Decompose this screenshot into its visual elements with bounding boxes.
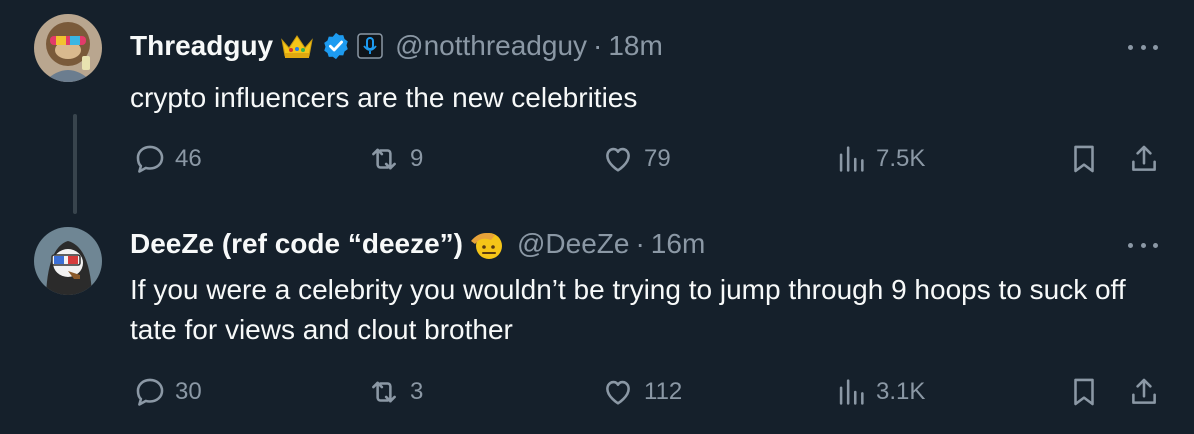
views-button[interactable]: 7.5K bbox=[834, 139, 925, 179]
bookmark-icon bbox=[1074, 145, 1094, 173]
avatar[interactable] bbox=[34, 227, 102, 295]
timestamp[interactable]: 16m bbox=[651, 228, 705, 260]
user-handle[interactable]: @notthreadguy bbox=[395, 30, 587, 62]
more-options-icon[interactable] bbox=[1128, 240, 1158, 250]
action-bar: 46 9 79 7.5K bbox=[0, 139, 1194, 179]
affiliate-badge-icon[interactable] bbox=[357, 33, 383, 59]
reply-button[interactable]: 30 bbox=[133, 372, 202, 412]
separator-dot: · bbox=[635, 228, 645, 259]
repost-icon bbox=[372, 381, 396, 403]
like-count: 112 bbox=[644, 378, 683, 405]
views-chart-icon bbox=[839, 379, 864, 405]
display-name[interactable]: DeeZe (ref code “deeze”) bbox=[130, 228, 463, 260]
bookmark-icon bbox=[1074, 378, 1094, 406]
like-count: 79 bbox=[644, 145, 671, 172]
like-button[interactable]: 79 bbox=[600, 139, 671, 179]
heart-icon bbox=[606, 380, 630, 405]
separator-dot: · bbox=[593, 30, 603, 61]
saluting-face-icon bbox=[469, 227, 505, 261]
view-count: 3.1K bbox=[876, 378, 926, 405]
verified-icon[interactable] bbox=[321, 31, 351, 61]
tweet-text: crypto influencers are the new celebriti… bbox=[130, 82, 638, 113]
repost-button[interactable]: 3 bbox=[366, 372, 423, 412]
tweet-header: DeeZe (ref code “deeze”) @DeeZe · 16m bbox=[130, 226, 705, 262]
views-chart-icon bbox=[839, 146, 864, 172]
share-icon bbox=[1132, 145, 1156, 171]
user-handle[interactable]: @DeeZe bbox=[517, 228, 629, 260]
reply-button[interactable]: 46 bbox=[133, 139, 202, 179]
tweet-header: Threadguy @notthreadguy · 18m bbox=[130, 28, 663, 64]
share-button[interactable] bbox=[1127, 372, 1161, 412]
reply-icon bbox=[136, 145, 164, 173]
share-button[interactable] bbox=[1127, 139, 1161, 179]
share-icon bbox=[1132, 378, 1156, 404]
views-button[interactable]: 3.1K bbox=[834, 372, 925, 412]
display-name[interactable]: Threadguy bbox=[130, 30, 273, 62]
bookmark-button[interactable] bbox=[1067, 372, 1101, 412]
like-button[interactable]: 112 bbox=[600, 372, 682, 412]
reply-icon bbox=[136, 378, 164, 406]
repost-count: 3 bbox=[410, 378, 424, 405]
bookmark-button[interactable] bbox=[1067, 139, 1101, 179]
crown-icon bbox=[279, 31, 315, 61]
more-options-icon[interactable] bbox=[1128, 42, 1158, 52]
avatar[interactable] bbox=[34, 14, 102, 82]
tweet[interactable]: Threadguy @notthreadguy · 18m crypto inf… bbox=[0, 0, 1194, 215]
reply-count: 46 bbox=[175, 145, 202, 172]
action-bar: 30 3 112 3.1K bbox=[0, 372, 1194, 412]
repost-icon bbox=[372, 148, 396, 170]
tweet-text: If you were a celebrity you wouldn’t be … bbox=[130, 274, 1126, 345]
timestamp[interactable]: 18m bbox=[608, 30, 662, 62]
heart-icon bbox=[606, 147, 630, 172]
view-count: 7.5K bbox=[876, 145, 926, 172]
reply-count: 30 bbox=[175, 378, 202, 405]
repost-button[interactable]: 9 bbox=[366, 139, 423, 179]
repost-count: 9 bbox=[410, 145, 424, 172]
tweet[interactable]: DeeZe (ref code “deeze”) @DeeZe · 16m If… bbox=[0, 215, 1194, 434]
